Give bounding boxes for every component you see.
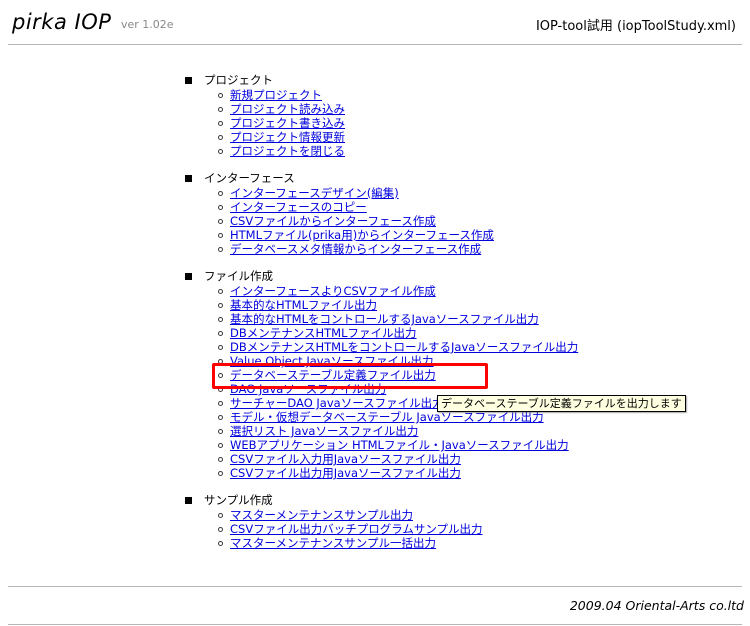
- menu-item: インターフェースよりCSVファイル作成: [217, 284, 578, 298]
- section-file-creation: ファイル作成 インターフェースよりCSVファイル作成 基本的なHTMLファイル出…: [185, 269, 578, 480]
- link-searcher-dao-java-output[interactable]: サーチャーDAO Javaソースファイル出力: [230, 396, 444, 410]
- section-title-label: プロジェクト: [204, 73, 273, 87]
- link-interface-from-db-meta[interactable]: データベースメタ情報からインターフェース作成: [230, 242, 481, 256]
- project-title: IOP-tool試用 (iopToolStudy.xml): [535, 19, 736, 34]
- section-title-label: サンプル作成: [204, 493, 273, 507]
- menu-item: マスターメンテナンスサンプル一括出力: [218, 536, 483, 550]
- link-dao-java-output[interactable]: DAO Javaソースファイル出力: [230, 382, 386, 396]
- section-project: プロジェクト 新規プロジェクト プロジェクト読み込み プロジェクト書き込み プロ…: [185, 73, 345, 158]
- link-interface-design[interactable]: インターフェースデザイン(編集): [230, 186, 399, 200]
- app-logo: pirka IOP: [12, 10, 112, 34]
- link-master-maintenance-sample-bulk[interactable]: マスターメンテナンスサンプル一括出力: [230, 536, 436, 550]
- link-interface-from-csv[interactable]: CSVファイルからインターフェース作成: [230, 214, 436, 228]
- link-basic-html-java-output[interactable]: 基本的なHTMLをコントロールするJavaソースファイル出力: [230, 312, 539, 326]
- version-label: ver 1.02e: [121, 18, 174, 31]
- link-interface-copy[interactable]: インターフェースのコピー: [230, 200, 367, 214]
- menu-item: 新規プロジェクト: [218, 88, 345, 102]
- footer-copyright: 2009.04 Oriental-Arts co.ltd: [569, 598, 744, 613]
- menu-item: CSVファイル出力用Javaソースファイル出力: [217, 466, 578, 480]
- link-model-virtual-table-java-output[interactable]: モデル・仮想データベーステーブル Javaソースファイル出力: [230, 410, 544, 424]
- menu-item: CSVファイル入力用Javaソースファイル出力: [217, 452, 578, 466]
- link-update-project-info[interactable]: プロジェクト情報更新: [230, 130, 345, 144]
- menu-item: インターフェースのコピー: [218, 200, 494, 214]
- link-select-list-java-output[interactable]: 選択リスト Javaソースファイル出力: [230, 424, 418, 438]
- section-interface: インターフェース インターフェースデザイン(編集) インターフェースのコピー C…: [185, 171, 494, 256]
- section-title-label: インターフェース: [204, 171, 295, 185]
- section-title: ファイル作成: [185, 269, 578, 283]
- tooltip: データベーステーブル定義ファイルを出力します: [437, 395, 686, 412]
- header-divider: [8, 44, 742, 45]
- menu-item: DBメンテナンスHTMLをコントロールするJavaソースファイル出力: [217, 340, 578, 354]
- menu-item: プロジェクト書き込み: [218, 116, 345, 130]
- link-interface-from-html[interactable]: HTMLファイル(prika用)からインターフェース作成: [230, 228, 494, 242]
- menu-item: DBメンテナンスHTMLファイル出力: [217, 326, 578, 340]
- menu-item: CSVファイルからインターフェース作成: [218, 214, 494, 228]
- menu-item: モデル・仮想データベーステーブル Javaソースファイル出力: [217, 410, 578, 424]
- footer-bottom-divider: [8, 624, 742, 625]
- square-bullet-icon: [185, 76, 192, 84]
- menu-list: マスターメンテナンスサンプル出力 CSVファイル出力バッチプログラムサンプル出力…: [185, 508, 483, 550]
- link-csv-batch-sample[interactable]: CSVファイル出力バッチプログラムサンプル出力: [230, 522, 483, 536]
- menu-list: インターフェースデザイン(編集) インターフェースのコピー CSVファイルからイ…: [185, 186, 494, 256]
- link-db-maintenance-html-output[interactable]: DBメンテナンスHTMLファイル出力: [230, 326, 417, 340]
- square-bullet-icon: [185, 272, 192, 280]
- footer-divider: [8, 586, 742, 587]
- link-close-project[interactable]: プロジェクトを閉じる: [230, 144, 345, 158]
- menu-item: 基本的なHTMLをコントロールするJavaソースファイル出力: [217, 312, 578, 326]
- square-bullet-icon: [185, 496, 192, 504]
- section-title-label: ファイル作成: [204, 269, 273, 283]
- section-title: サンプル作成: [185, 493, 483, 507]
- menu-list: インターフェースよりCSVファイル作成 基本的なHTMLファイル出力 基本的なH…: [185, 284, 578, 480]
- menu-item: インターフェースデザイン(編集): [218, 186, 494, 200]
- section-title: インターフェース: [185, 171, 494, 185]
- menu-item: Value Object Javaソースファイル出力: [217, 354, 578, 368]
- square-bullet-icon: [185, 174, 192, 182]
- menu-item: CSVファイル出力バッチプログラムサンプル出力: [218, 522, 483, 536]
- link-basic-html-output[interactable]: 基本的なHTMLファイル出力: [230, 298, 377, 312]
- menu-item: プロジェクト読み込み: [218, 102, 345, 116]
- link-csv-output-java-output[interactable]: CSVファイル出力用Javaソースファイル出力: [230, 466, 461, 480]
- menu-item: データベースメタ情報からインターフェース作成: [218, 242, 494, 256]
- menu-item: データベーステーブル定義ファイル出力: [217, 368, 578, 382]
- link-csv-input-java-output[interactable]: CSVファイル入力用Javaソースファイル出力: [230, 452, 461, 466]
- link-save-project[interactable]: プロジェクト書き込み: [230, 116, 345, 130]
- menu-item: マスターメンテナンスサンプル出力: [218, 508, 483, 522]
- section-sample-creation: サンプル作成 マスターメンテナンスサンプル出力 CSVファイル出力バッチプログラ…: [185, 493, 483, 550]
- menu-item: DAO Javaソースファイル出力: [217, 382, 578, 396]
- menu-item: プロジェクト情報更新: [218, 130, 345, 144]
- link-master-maintenance-sample[interactable]: マスターメンテナンスサンプル出力: [230, 508, 413, 522]
- menu-item: HTMLファイル(prika用)からインターフェース作成: [218, 228, 494, 242]
- link-value-object-java-output[interactable]: Value Object Javaソースファイル出力: [230, 354, 434, 368]
- menu-item: プロジェクトを閉じる: [218, 144, 345, 158]
- menu-item: 選択リスト Javaソースファイル出力: [217, 424, 578, 438]
- link-web-app-output[interactable]: WEBアプリケーション HTMLファイル・Javaソースファイル出力: [230, 438, 569, 452]
- link-db-table-definition-output[interactable]: データベーステーブル定義ファイル出力: [230, 368, 436, 382]
- link-db-maintenance-java-output[interactable]: DBメンテナンスHTMLをコントロールするJavaソースファイル出力: [230, 340, 578, 354]
- menu-list: 新規プロジェクト プロジェクト読み込み プロジェクト書き込み プロジェクト情報更…: [185, 88, 345, 158]
- header: pirka IOP ver 1.02e IOP-tool試用 (iopToolS…: [0, 0, 750, 42]
- menu-item: 基本的なHTMLファイル出力: [217, 298, 578, 312]
- link-load-project[interactable]: プロジェクト読み込み: [230, 102, 345, 116]
- section-title: プロジェクト: [185, 73, 345, 87]
- menu-item: WEBアプリケーション HTMLファイル・Javaソースファイル出力: [217, 438, 578, 452]
- link-new-project[interactable]: 新規プロジェクト: [230, 88, 322, 102]
- link-csv-from-interface[interactable]: インターフェースよりCSVファイル作成: [230, 284, 436, 298]
